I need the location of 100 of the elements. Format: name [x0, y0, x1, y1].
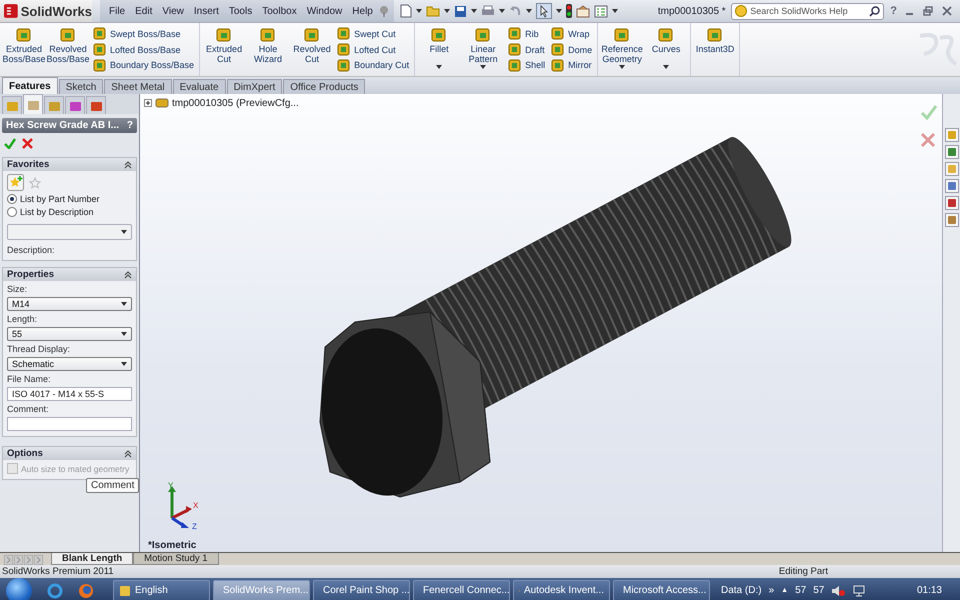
browser-icon[interactable] [47, 582, 63, 598]
tray-reading[interactable]: 57 [813, 585, 824, 596]
ribbon-button[interactable]: Swept Cut [337, 26, 410, 42]
taskbar-button[interactable]: English [113, 580, 210, 600]
pin-icon[interactable] [378, 5, 390, 17]
command-tab[interactable]: Office Products [283, 79, 366, 94]
ribbon-button[interactable]: Revolved Cut [291, 25, 334, 74]
ribbon-button[interactable]: Boundary Boss/Base [93, 57, 194, 74]
dropdown[interactable]: 55 [7, 327, 132, 341]
collapse-icon[interactable] [124, 450, 132, 458]
manager-tab[interactable] [23, 94, 43, 114]
menu-item[interactable]: Toolbox [257, 6, 302, 16]
menu-item[interactable]: Help [347, 6, 378, 16]
ribbon-button[interactable]: Linear Pattern [462, 25, 504, 74]
task-pane-tab[interactable] [944, 213, 958, 227]
task-pane-tab[interactable] [944, 128, 958, 142]
ribbon-button[interactable]: Lofted Boss/Base [93, 42, 194, 58]
radio-option[interactable]: List by Description [7, 207, 132, 217]
open-folder-icon[interactable] [426, 5, 440, 17]
print-icon[interactable] [480, 5, 495, 17]
menu-item[interactable]: Edit [130, 6, 158, 16]
start-button[interactable] [6, 578, 32, 600]
close-icon[interactable] [942, 6, 952, 16]
command-tab[interactable]: Evaluate [172, 79, 226, 94]
dropdown[interactable]: Schematic [7, 357, 132, 371]
task-pane-tab[interactable] [944, 162, 958, 176]
taskbar-button[interactable]: Fenercell Connec... [413, 580, 510, 600]
command-tab[interactable]: Sketch [58, 79, 104, 94]
ribbon-button[interactable]: Extruded Cut [203, 25, 246, 74]
caret-icon [480, 65, 486, 69]
task-pane-tab[interactable] [944, 145, 958, 159]
muted-speaker-icon[interactable] [831, 584, 846, 596]
command-tab[interactable]: Features [2, 77, 58, 94]
ribbon-button[interactable]: Wrap [551, 26, 592, 42]
ribbon-button[interactable]: Hole Wizard [247, 25, 290, 74]
collapse-icon[interactable] [124, 270, 132, 278]
browser-icon[interactable] [78, 582, 94, 598]
bottom-tab[interactable]: Motion Study 1 [133, 553, 219, 565]
document-properties-icon[interactable] [576, 4, 590, 18]
tray-reading[interactable]: 57 [795, 585, 806, 596]
ribbon-button[interactable]: Draft [508, 42, 546, 58]
traffic-light-icon[interactable] [566, 4, 572, 18]
ribbon-button[interactable]: Dome [551, 42, 592, 58]
ribbon-button[interactable]: Rib [508, 26, 546, 42]
bottom-tab[interactable]: Blank Length [51, 553, 134, 565]
taskbar-button[interactable]: Autodesk Invent... [513, 580, 610, 600]
radio-button[interactable] [7, 207, 17, 217]
toolbar-expand[interactable]: » [768, 585, 774, 596]
help-button[interactable]: ? [890, 5, 897, 17]
ribbon-button[interactable]: Curves [645, 25, 688, 74]
ribbon-button[interactable]: Fillet [418, 25, 460, 74]
restore-icon[interactable] [923, 6, 933, 16]
radio-button[interactable] [7, 194, 17, 204]
ribbon-button[interactable]: Boundary Cut [337, 57, 410, 74]
checkmark-icon[interactable] [4, 138, 16, 149]
ribbon-button[interactable]: Shell [508, 57, 546, 74]
close-icon[interactable] [22, 138, 33, 149]
manager-tab[interactable] [65, 96, 85, 114]
manager-tab[interactable] [86, 96, 106, 114]
help-button[interactable]: ? [126, 120, 133, 131]
ribbon-button[interactable]: Reference Geometry [601, 25, 644, 74]
search-field[interactable]: Search SolidWorks Help [731, 2, 884, 20]
options-list-icon[interactable] [594, 4, 608, 18]
ribbon-button[interactable]: Mirror [551, 57, 592, 74]
command-tab[interactable]: DimXpert [226, 79, 282, 94]
new-document-icon[interactable] [400, 4, 412, 18]
undo-icon[interactable] [508, 5, 522, 17]
menu-item[interactable]: Tools [224, 6, 258, 16]
taskbar-button[interactable]: Corel Paint Shop ... [313, 580, 410, 600]
command-tab[interactable]: Sheet Metal [104, 79, 172, 94]
input-field[interactable]: ISO 4017 - M14 x 55-S [7, 387, 132, 401]
block-icon [551, 27, 564, 40]
input-field[interactable] [7, 417, 132, 431]
dropdown[interactable] [7, 224, 132, 240]
task-pane-tab[interactable] [944, 179, 958, 193]
ribbon-button[interactable]: Instant3D [694, 25, 736, 74]
ribbon-button[interactable]: Revolved Boss/Base [47, 25, 89, 74]
menu-item[interactable]: File [104, 6, 130, 16]
menu-item[interactable]: Insert [188, 6, 224, 16]
save-icon[interactable] [454, 4, 467, 18]
close-icon[interactable] [920, 132, 936, 148]
radio-option[interactable]: List by Part Number [7, 194, 132, 204]
tray-label[interactable]: Data (D:) [721, 585, 762, 596]
dropdown[interactable]: M14 [7, 297, 132, 311]
task-pane-tab[interactable] [944, 196, 958, 210]
search-icon[interactable] [869, 6, 880, 16]
clock[interactable]: 01:13 [916, 585, 942, 596]
checkmark-icon[interactable] [920, 104, 938, 120]
menu-item[interactable]: View [157, 6, 189, 16]
network-icon[interactable] [852, 584, 866, 596]
ribbon-button[interactable]: Lofted Cut [337, 42, 410, 58]
ribbon-button[interactable]: Extruded Boss/Base [3, 25, 45, 74]
pointer-icon[interactable] [536, 3, 552, 19]
collapse-icon[interactable] [124, 160, 132, 168]
ribbon-button[interactable]: Swept Boss/Base [93, 26, 194, 42]
menu-item[interactable]: Window [302, 6, 348, 16]
taskbar-button[interactable]: Microsoft Access... [613, 580, 710, 600]
block-icon [508, 27, 522, 40]
expand-icon[interactable] [144, 99, 152, 107]
tree-item[interactable]: tmp00010305 (PreviewCfg... [172, 98, 299, 108]
